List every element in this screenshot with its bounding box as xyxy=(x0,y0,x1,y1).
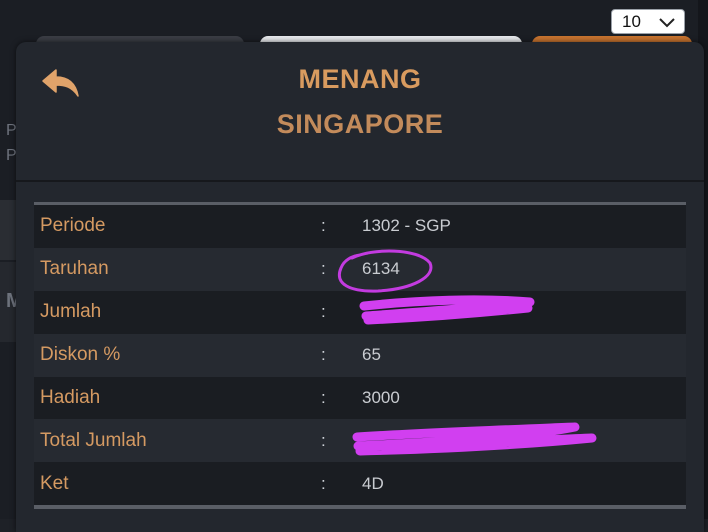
row-label: Diskon % xyxy=(40,344,121,366)
row-colon: : xyxy=(321,388,326,407)
table-row: Total Jumlah : xyxy=(34,419,686,463)
row-value: 6134 xyxy=(362,259,400,279)
background-panel xyxy=(0,200,16,260)
table-row: Taruhan : 6134 xyxy=(34,247,686,291)
table-row: Jumlah : xyxy=(34,290,686,334)
table-divider xyxy=(34,505,686,510)
table-row: Diskon % : 65 xyxy=(34,333,686,377)
modal-subtitle: SINGAPORE xyxy=(276,109,444,139)
row-colon: : xyxy=(321,216,326,236)
modal-header: MENANG SINGAPORE xyxy=(16,42,704,182)
row-value: 1302 - SGP xyxy=(362,216,451,236)
row-label: Jumlah xyxy=(40,301,102,323)
page-size-select[interactable]: 10 xyxy=(611,9,685,34)
row-colon: : xyxy=(321,302,326,322)
row-colon: : xyxy=(321,473,326,493)
row-colon: : xyxy=(321,345,326,365)
page-size-value: 10 xyxy=(622,11,641,31)
modal-title: MENANG xyxy=(298,64,422,94)
row-value: 65 xyxy=(362,345,381,365)
row-label: Ket xyxy=(40,472,69,494)
row-label: Periode xyxy=(40,215,106,237)
chevron-down-icon xyxy=(658,16,676,28)
row-label: Taruhan xyxy=(40,258,109,280)
row-value: 4D xyxy=(362,473,384,493)
row-value: 3000 xyxy=(362,388,400,407)
table-row: Periode : 1302 - SGP xyxy=(34,205,686,248)
row-colon: : xyxy=(321,259,326,279)
row-label: Total Jumlah xyxy=(40,429,147,451)
win-detail-modal: MENANG SINGAPORE Periode : 1302 - SGP Ta… xyxy=(16,42,704,532)
detail-table: Periode : 1302 - SGP Taruhan : 6134 Juml… xyxy=(34,202,686,510)
table-row: Ket : 4D xyxy=(34,462,686,506)
row-colon: : xyxy=(321,430,326,450)
table-row: Hadiah : 3000 xyxy=(34,376,686,420)
row-label: Hadiah xyxy=(40,387,101,408)
